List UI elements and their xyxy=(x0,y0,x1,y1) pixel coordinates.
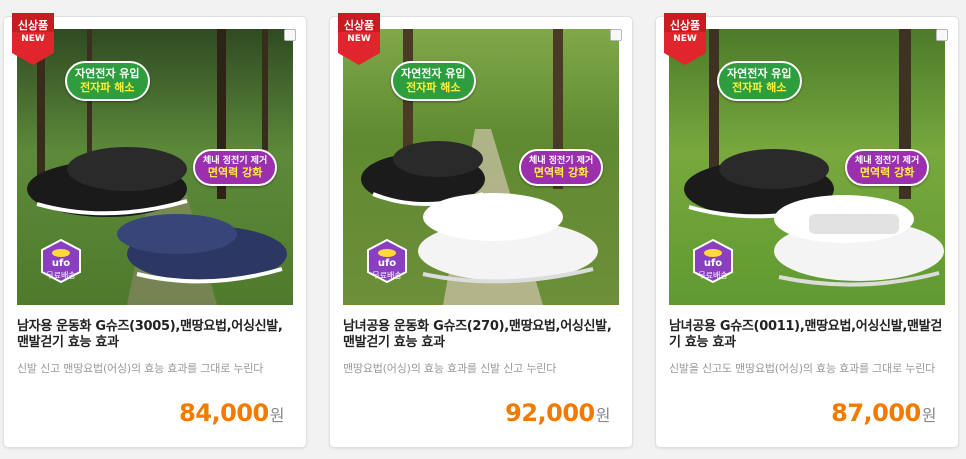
product-price: 92,000원 xyxy=(505,399,610,427)
price-value: 84,000 xyxy=(179,399,269,427)
product-image[interactable]: 자연전자 유입 전자파 해소 체내 정전기 제거 면역력 강화 ufo 무료배송 xyxy=(343,29,619,305)
compare-checkbox[interactable] xyxy=(610,29,622,41)
product-card[interactable]: 신상품 NEW 자연전자 유입 전자파 해소 체내 정전기 제거 면역력 강화 … xyxy=(3,13,307,448)
product-title[interactable]: 남녀공용 G슈즈(0011),맨땅요법,어싱신발,맨발걷기 효능 효과 xyxy=(669,319,945,351)
currency-label: 원 xyxy=(921,406,937,425)
ufo-shipping-badge: ufo 무료배송 xyxy=(365,239,409,283)
feature-bubble-purple: 체내 정전기 제거 면역력 강화 xyxy=(845,149,930,186)
currency-label: 원 xyxy=(595,406,611,425)
feature-bubble-purple: 체내 정전기 제거 면역력 강화 xyxy=(193,149,278,186)
product-price: 87,000원 xyxy=(831,399,936,427)
product-description: 신발 신고 맨땅요법(어싱)의 효능 효과를 그대로 누린다 xyxy=(17,362,264,375)
price-value: 92,000 xyxy=(505,399,595,427)
product-image[interactable]: 자연전자 유입 전자파 해소 체내 정전기 제거 면역력 강화 ufo 무료배송 xyxy=(669,29,945,305)
product-image[interactable]: 자연전자 유입 전자파 해소 체내 정전기 제거 면역력 강화 ufo 무료배송 xyxy=(17,29,293,305)
ufo-shipping-badge: ufo 무료배송 xyxy=(691,239,735,283)
price-value: 87,000 xyxy=(831,399,921,427)
product-card[interactable]: 신상품 NEW 자연전자 유입 전자파 해소 체내 정전기 제거 면역력 강화 … xyxy=(329,13,633,448)
product-price: 84,000원 xyxy=(179,399,284,427)
new-badge: 신상품 NEW xyxy=(664,13,706,65)
feature-bubble-purple: 체내 정전기 제거 면역력 강화 xyxy=(519,149,604,186)
product-description: 맨땅요법(어싱)의 효능 효과를 신발 신고 누린다 xyxy=(343,362,557,375)
currency-label: 원 xyxy=(269,406,285,425)
new-badge: 신상품 NEW xyxy=(12,13,54,65)
product-title[interactable]: 남자용 운동화 G슈즈(3005),맨땅요법,어싱신발,맨발걷기 효능 효과 xyxy=(17,319,293,351)
product-card[interactable]: 신상품 NEW 자연전자 유입 전자파 해소 체내 정전기 제거 면역력 강화 … xyxy=(655,13,959,448)
new-badge: 신상품 NEW xyxy=(338,13,380,65)
feature-bubble-green: 자연전자 유입 전자파 해소 xyxy=(65,61,150,101)
compare-checkbox[interactable] xyxy=(284,29,296,41)
feature-bubble-green: 자연전자 유입 전자파 해소 xyxy=(391,61,476,101)
product-description: 신발을 신고도 맨땅요법(어싱)의 효능 효과를 그대로 누린다 xyxy=(669,362,936,375)
compare-checkbox[interactable] xyxy=(936,29,948,41)
product-title[interactable]: 남녀공용 운동화 G슈즈(270),맨땅요법,어싱신발,맨발걷기 효능 효과 xyxy=(343,319,619,351)
ufo-shipping-badge: ufo 무료배송 xyxy=(39,239,83,283)
feature-bubble-green: 자연전자 유입 전자파 해소 xyxy=(717,61,802,101)
